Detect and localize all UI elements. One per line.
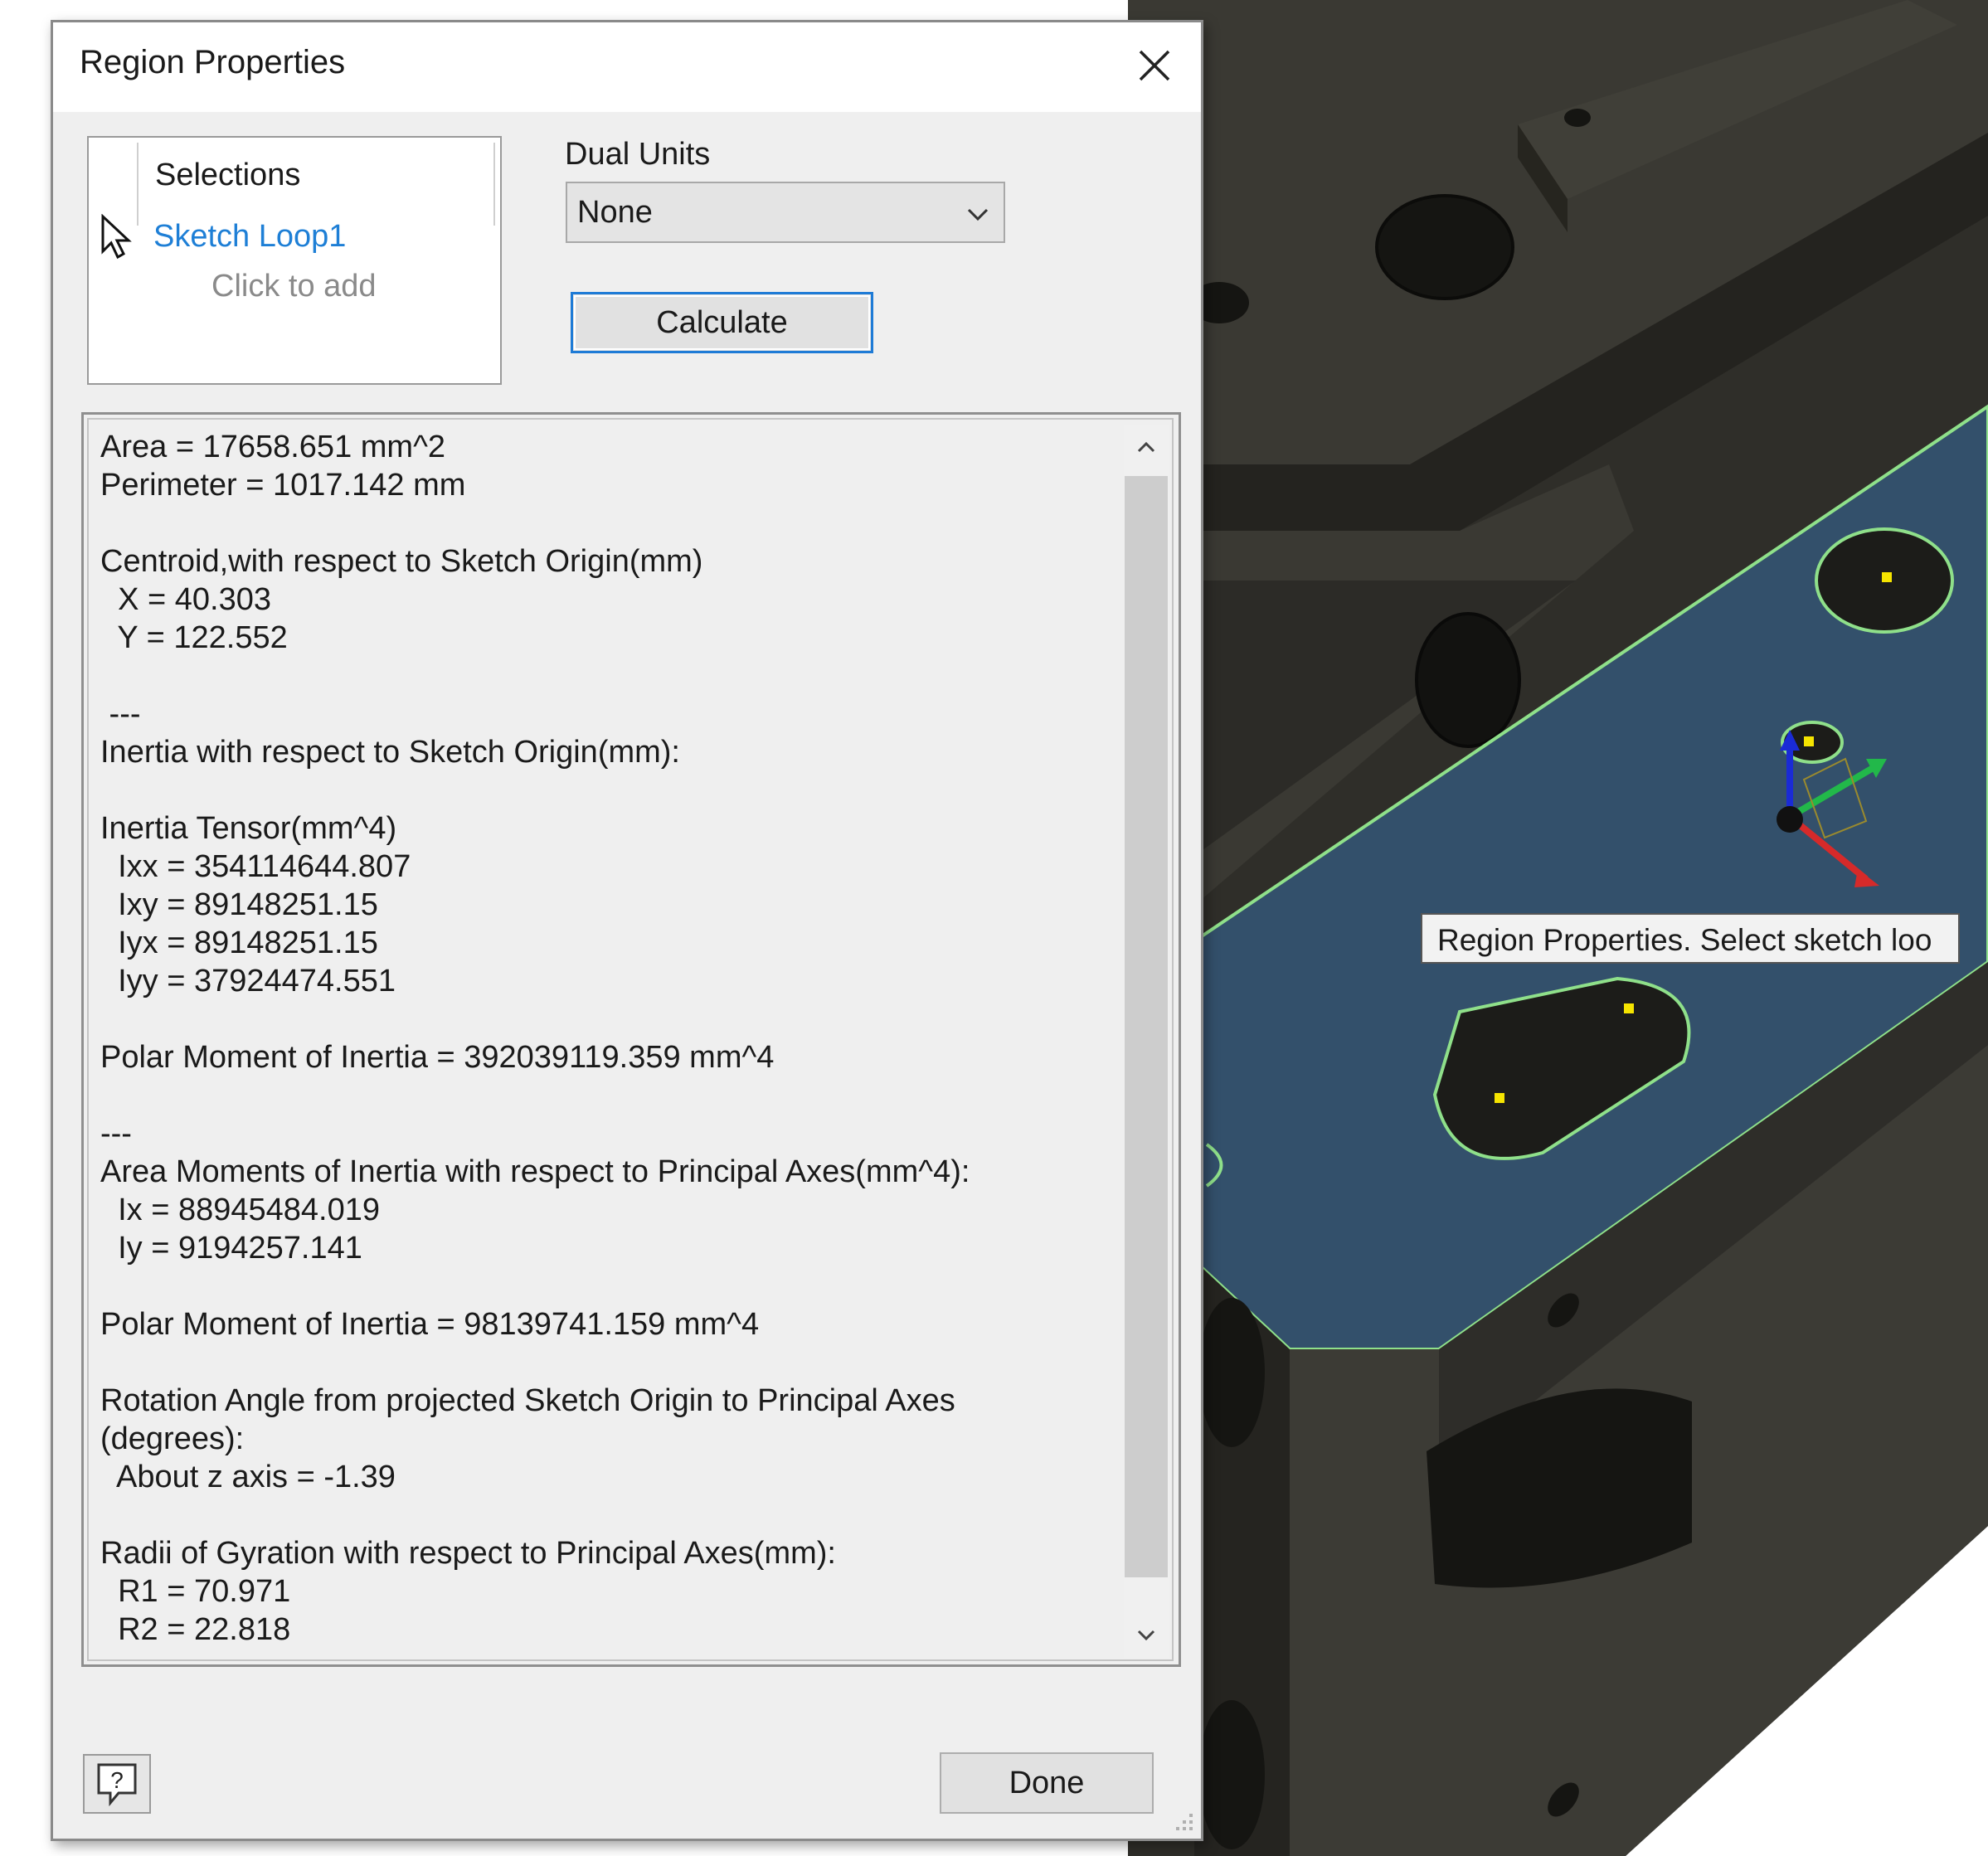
svg-text:?: ?: [110, 1767, 124, 1793]
results-frame: Area = 17658.651 mm^2 Perimeter = 1017.1…: [87, 418, 1174, 1661]
chevron-up-icon: [1137, 441, 1155, 453]
dialog-titlebar[interactable]: Region Properties: [53, 22, 1201, 112]
close-button[interactable]: [1131, 42, 1178, 89]
click-to-add-prompt[interactable]: Click to add: [211, 269, 377, 304]
viewport-tooltip: Region Properties. Select sketch loo: [1421, 913, 1960, 964]
help-icon: ?: [97, 1763, 137, 1806]
results-text: Area = 17658.651 mm^2 Perimeter = 1017.1…: [100, 430, 970, 1647]
scroll-down-button[interactable]: [1124, 1613, 1169, 1658]
scroll-thumb[interactable]: [1125, 476, 1168, 1577]
results-scrollbar[interactable]: [1124, 425, 1169, 1658]
dual-units-dropdown[interactable]: None: [566, 182, 1005, 243]
selections-header: Selections: [155, 158, 301, 192]
column-divider: [493, 143, 495, 226]
mouse-cursor-icon: [100, 213, 134, 265]
dual-units-label: Dual Units: [565, 137, 711, 172]
chevron-down-icon: [967, 208, 989, 221]
calculate-button[interactable]: Calculate: [571, 292, 873, 353]
help-button[interactable]: ?: [83, 1754, 151, 1814]
selection-item-sketch-loop[interactable]: Sketch Loop1: [153, 219, 346, 255]
done-button[interactable]: Done: [940, 1752, 1154, 1814]
region-properties-dialog: Region Properties Selections Sketch Loop…: [51, 20, 1203, 1841]
scroll-up-button[interactable]: [1124, 425, 1169, 469]
chevron-down-icon: [1137, 1630, 1155, 1641]
column-divider: [137, 143, 139, 226]
dialog-title: Region Properties: [80, 44, 346, 80]
results-panel[interactable]: Area = 17658.651 mm^2 Perimeter = 1017.1…: [81, 412, 1181, 1667]
selections-list[interactable]: Selections Sketch Loop1 Click to add: [87, 136, 502, 385]
resize-grip-icon[interactable]: [1171, 1809, 1196, 1834]
dual-units-value: None: [577, 195, 653, 230]
close-icon: [1139, 50, 1170, 81]
